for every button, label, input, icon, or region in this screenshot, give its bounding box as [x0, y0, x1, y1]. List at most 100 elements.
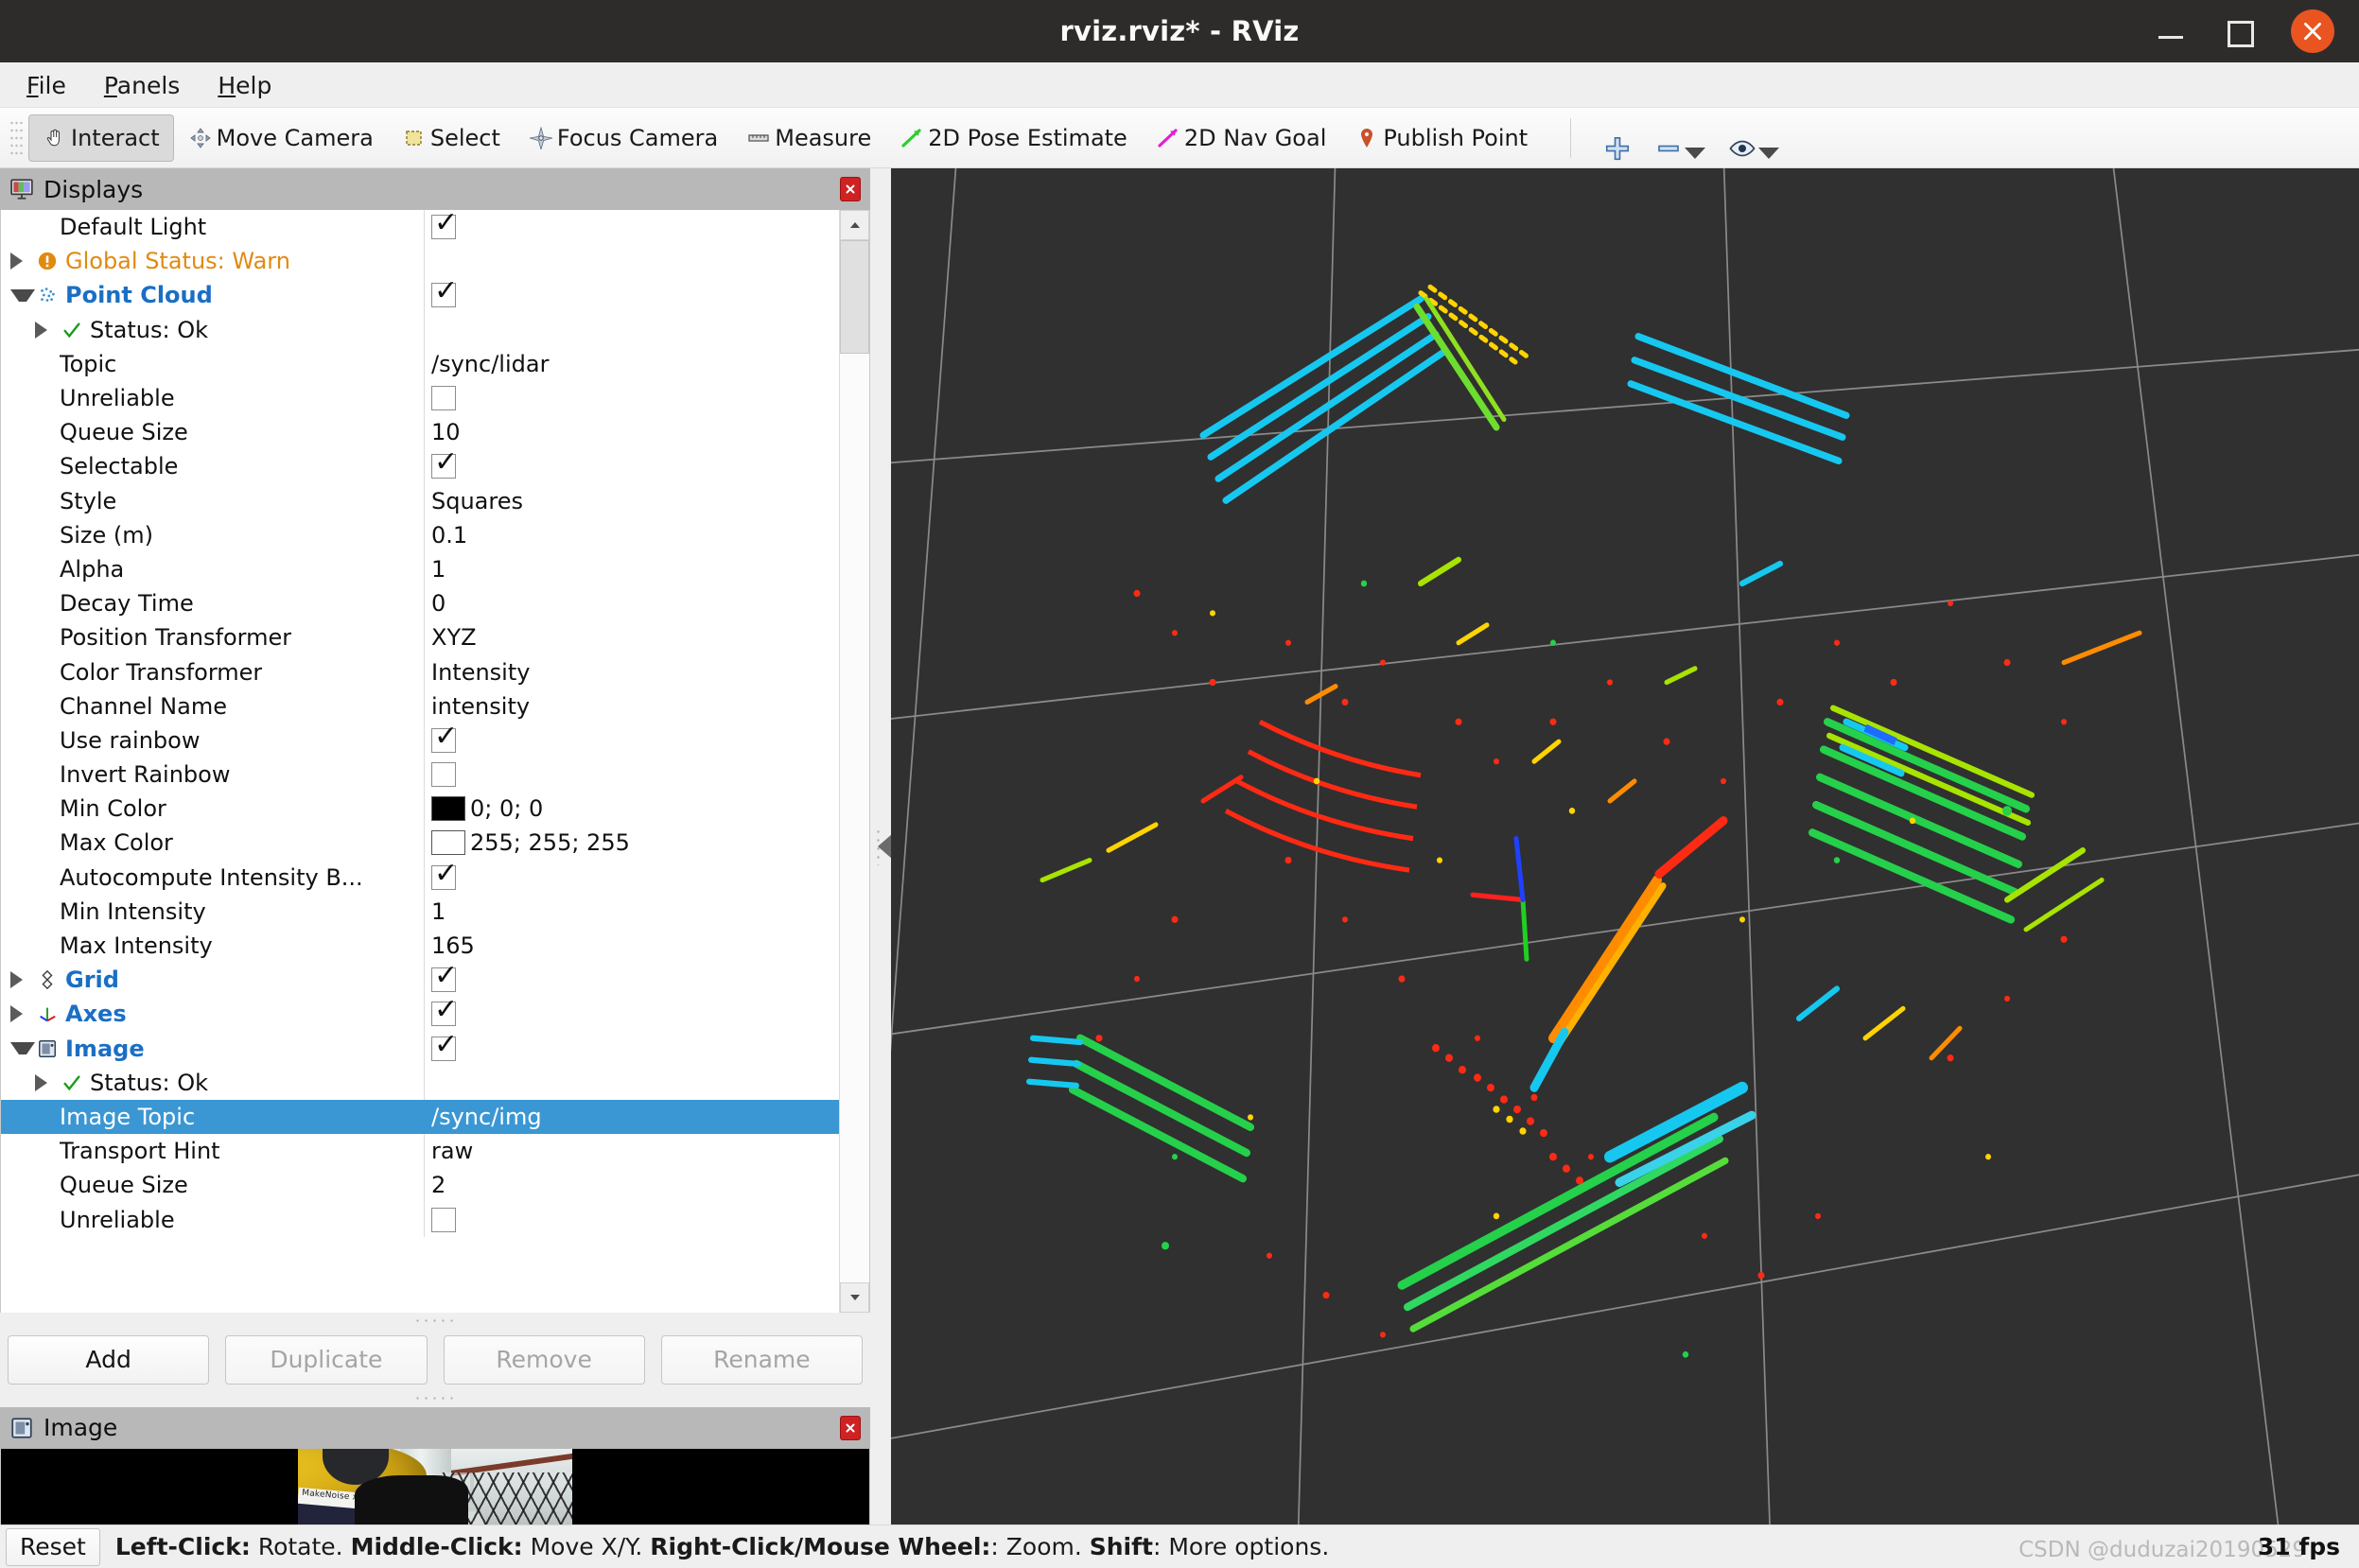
toolbar-remove-button[interactable] [1643, 113, 1717, 163]
chevron-down-icon[interactable] [1685, 148, 1705, 159]
row-value-cell[interactable]: /sync/lidar [424, 347, 839, 381]
row-value-cell[interactable] [424, 1202, 839, 1236]
menu-help[interactable]: Help [204, 69, 285, 101]
row-value-cell[interactable]: 0 [424, 586, 839, 620]
row-value-cell[interactable]: 10 [424, 415, 839, 449]
toolbar-add-button[interactable] [1592, 113, 1643, 163]
display-row-default-light[interactable]: Default Light [1, 210, 839, 244]
display-row-size-m[interactable]: Size (m)0.1 [1, 518, 839, 552]
tool-measure[interactable]: Measure [732, 114, 885, 162]
row-value-cell[interactable]: intensity [424, 689, 839, 723]
display-row-transport-hint[interactable]: Transport Hintraw [1, 1134, 839, 1168]
row-value-cell[interactable]: 1 [424, 552, 839, 586]
row-value-cell[interactable] [424, 963, 839, 997]
row-value-cell[interactable]: 165 [424, 929, 839, 963]
display-row-position-transformer[interactable]: Position TransformerXYZ [1, 620, 839, 654]
display-row-grid[interactable]: Grid [1, 963, 839, 997]
image-panel-close-button[interactable] [840, 1416, 861, 1440]
chevron-down-icon[interactable] [10, 1037, 35, 1061]
row-value-cell[interactable]: Squares [424, 484, 839, 518]
chevron-right-icon[interactable] [10, 967, 35, 992]
add-button[interactable]: Add [8, 1335, 209, 1385]
row-value-cell[interactable]: 0; 0; 0 [424, 792, 839, 826]
chevron-down-icon[interactable] [10, 283, 35, 307]
displays-tree-rows[interactable]: Default LightGlobal Status: WarnPoint Cl… [1, 210, 839, 1313]
row-value-cell[interactable]: 2 [424, 1168, 839, 1202]
tool-select[interactable]: Select [388, 114, 515, 162]
row-value-cell[interactable] [424, 1032, 839, 1066]
checkbox[interactable] [431, 967, 456, 992]
display-row-max-intensity[interactable]: Max Intensity165 [1, 929, 839, 963]
splitter-buttons-image[interactable] [0, 1390, 870, 1407]
scroll-down-button[interactable] [840, 1282, 869, 1313]
chevron-right-icon[interactable] [10, 1002, 35, 1026]
display-row-max-color[interactable]: Max Color255; 255; 255 [1, 826, 839, 860]
display-row-topic[interactable]: Topic/sync/lidar [1, 347, 839, 381]
remove-button[interactable]: Remove [444, 1335, 645, 1385]
display-row-decay-time[interactable]: Decay Time0 [1, 586, 839, 620]
row-value-cell[interactable] [424, 278, 839, 312]
row-value-cell[interactable] [424, 861, 839, 895]
checkbox[interactable] [431, 1002, 456, 1026]
checkbox[interactable] [431, 454, 456, 479]
checkbox[interactable] [431, 386, 456, 410]
tool-focus-camera[interactable]: Focus Camera [515, 114, 732, 162]
panel-splitter[interactable] [870, 168, 891, 1524]
display-row-unreliable[interactable]: Unreliable [1, 1202, 839, 1236]
tool-publish-point[interactable]: Publish Point [1340, 114, 1542, 162]
display-row-unreliable[interactable]: Unreliable [1, 381, 839, 415]
row-value-cell[interactable]: 255; 255; 255 [424, 826, 839, 860]
checkbox[interactable] [431, 283, 456, 307]
maximize-button[interactable] [2223, 15, 2255, 47]
row-value-cell[interactable] [424, 313, 839, 347]
row-value-cell[interactable]: raw [424, 1134, 839, 1168]
display-row-min-intensity[interactable]: Min Intensity1 [1, 895, 839, 929]
display-row-color-transformer[interactable]: Color TransformerIntensity [1, 654, 839, 688]
row-value-cell[interactable] [424, 449, 839, 483]
row-value-cell[interactable] [424, 997, 839, 1031]
display-row-global-status-warn[interactable]: Global Status: Warn [1, 244, 839, 278]
color-swatch[interactable] [431, 796, 465, 821]
scrollbar-thumb[interactable] [840, 240, 869, 354]
tool-2d-pose-estimate[interactable]: 2D Pose Estimate [885, 114, 1142, 162]
checkbox[interactable] [431, 1037, 456, 1061]
display-row-autocompute-intensity-b[interactable]: Autocompute Intensity B... [1, 861, 839, 895]
menu-file[interactable]: File [13, 69, 79, 101]
row-value-cell[interactable]: 1 [424, 895, 839, 929]
chevron-right-icon[interactable] [35, 318, 60, 342]
close-button[interactable] [2291, 9, 2334, 53]
checkbox[interactable] [431, 728, 456, 753]
scrollbar-track[interactable] [840, 240, 869, 1282]
row-value-cell[interactable]: /sync/img [424, 1100, 839, 1134]
displays-scrollbar[interactable] [839, 210, 869, 1313]
display-row-image[interactable]: Image [1, 1032, 839, 1066]
row-value-cell[interactable]: Intensity [424, 654, 839, 688]
display-row-min-color[interactable]: Min Color0; 0; 0 [1, 792, 839, 826]
row-value-cell[interactable]: XYZ [424, 620, 839, 654]
reset-button[interactable]: Reset [6, 1528, 100, 1566]
display-row-status-ok[interactable]: Status: Ok [1, 1066, 839, 1100]
checkbox[interactable] [431, 762, 456, 787]
displays-panel-close-button[interactable] [840, 177, 861, 201]
chevron-right-icon[interactable] [35, 1071, 60, 1095]
display-row-axes[interactable]: Axes [1, 997, 839, 1031]
row-value-cell[interactable] [424, 210, 839, 244]
duplicate-button[interactable]: Duplicate [225, 1335, 427, 1385]
display-row-channel-name[interactable]: Channel Nameintensity [1, 689, 839, 723]
row-value-cell[interactable] [424, 244, 839, 278]
tool-2d-nav-goal[interactable]: 2D Nav Goal [1142, 114, 1341, 162]
row-value-cell[interactable]: 0.1 [424, 518, 839, 552]
3d-viewport[interactable] [891, 168, 2359, 1524]
toolbar-visibility-button[interactable] [1717, 113, 1791, 163]
tool-move-camera[interactable]: Move Camera [174, 114, 388, 162]
camera-image-view[interactable]: MakeNoise x ACTIVE [0, 1449, 870, 1524]
minimize-button[interactable] [2155, 15, 2187, 47]
tool-interact[interactable]: Interact [28, 114, 174, 162]
display-row-queue-size[interactable]: Queue Size2 [1, 1168, 839, 1202]
display-row-selectable[interactable]: Selectable [1, 449, 839, 483]
row-value-cell[interactable] [424, 381, 839, 415]
row-value-cell[interactable] [424, 723, 839, 758]
chevron-down-icon[interactable] [1758, 148, 1779, 159]
menu-panels[interactable]: Panels [91, 69, 193, 101]
checkbox[interactable] [431, 215, 456, 239]
